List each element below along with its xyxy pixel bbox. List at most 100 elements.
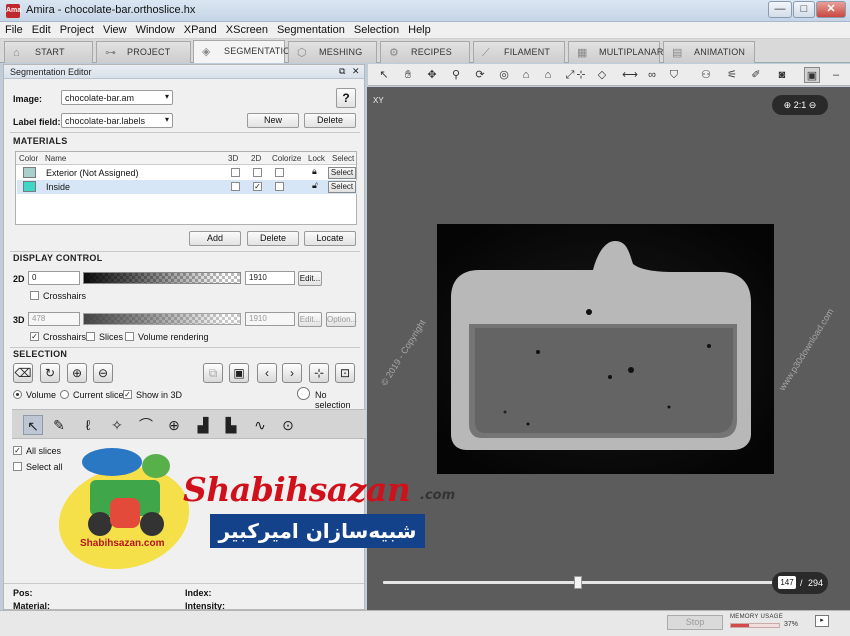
current-slice-input[interactable]: 147 (778, 576, 796, 589)
material-color-swatch[interactable] (23, 167, 36, 178)
zoom-tool-icon[interactable]: ⊙ (278, 415, 298, 435)
display-2d-colormap-range[interactable] (83, 272, 241, 284)
options-3d-button[interactable]: Option... (326, 312, 357, 327)
viewer-canvas[interactable]: XY ⊕ 2:1 ⊖ www.p30download.com © 2019 - … (367, 87, 850, 610)
pointer-icon[interactable]: ↖ (23, 415, 43, 435)
menu-window[interactable]: Window (131, 22, 179, 36)
slices-checkbox[interactable] (86, 332, 95, 341)
float-panel-icon[interactable]: ⧉ (339, 66, 345, 77)
shield-icon[interactable]: ⛉ (666, 67, 682, 83)
delete-labelfield-button[interactable]: Delete (304, 113, 356, 128)
tab-animation[interactable]: ▤ ANIMATION (663, 41, 755, 63)
material-3d-checkbox[interactable] (231, 168, 240, 177)
refresh-icon[interactable]: ↻ (40, 363, 60, 383)
menu-xscreen[interactable]: XScreen (221, 22, 272, 36)
material-3d-checkbox[interactable] (231, 182, 240, 191)
select-all-checkbox[interactable] (13, 462, 22, 471)
volume-radio[interactable] (13, 390, 22, 399)
menu-file[interactable]: File (0, 22, 27, 36)
maximize-button[interactable]: □ (793, 1, 815, 18)
all-slices-checkbox[interactable]: ✓ (13, 446, 22, 455)
tab-project[interactable]: ⊶ PROJECT (96, 41, 191, 63)
menu-xpand[interactable]: XPand (179, 22, 221, 36)
paste-icon[interactable]: ▣ (229, 363, 249, 383)
tab-start[interactable]: ⌂ START (4, 41, 93, 63)
delete-material-button[interactable]: Delete (247, 231, 299, 246)
blow-tool-icon[interactable]: ⊕ (164, 415, 184, 435)
threshold-icon[interactable]: ▟ (193, 415, 213, 435)
tab-multiplanar[interactable]: ▦ MULTIPLANAR (568, 41, 663, 63)
add-material-button[interactable]: Add (189, 231, 241, 246)
eraser-icon[interactable]: ⌫ (13, 363, 33, 383)
menu-segmentation[interactable]: Segmentation (272, 22, 349, 36)
probe-icon[interactable]: ⚟ (724, 67, 740, 83)
close-panel-icon[interactable]: ✕ (352, 66, 360, 77)
propagating-contour-icon[interactable]: ⌒ (136, 415, 156, 435)
table-row[interactable]: Exterior (Not Assigned) 🔒︎ Select (17, 166, 357, 180)
subtract-from-material-icon[interactable]: ⊖ (93, 363, 113, 383)
menu-selection[interactable]: Selection (349, 22, 403, 36)
crosshairs-2d-checkbox[interactable] (30, 291, 39, 300)
new-labelfield-button[interactable]: New (247, 113, 299, 128)
edit-colormap-3d-button[interactable]: Edit... (298, 312, 322, 327)
lasso-icon[interactable]: ℓ (78, 415, 98, 435)
menu-edit[interactable]: Edit (27, 22, 55, 36)
lock-icon[interactable]: 🔒︎ (312, 166, 317, 177)
seek-icon[interactable]: ◎ (496, 67, 512, 83)
locate-material-button[interactable]: Locate (304, 231, 356, 246)
close-window-button[interactable]: ✕ (816, 1, 846, 18)
display-2d-max-input[interactable]: 1910 (245, 271, 295, 285)
slice-slider-handle[interactable] (574, 576, 582, 589)
grow-selection-icon[interactable]: ⊹ (309, 363, 329, 383)
show-in-3d-checkbox[interactable]: ✓ (123, 390, 132, 399)
brush-icon[interactable]: ✎ (49, 415, 69, 435)
zoom-out-icon[interactable]: ⊖ (809, 100, 817, 110)
tab-segmentation[interactable]: ◈ SEGMENTATION (193, 40, 297, 63)
top-hat-icon[interactable]: ▙ (221, 415, 241, 435)
table-row[interactable]: Inside ✓ 🔓︎ Select (17, 180, 357, 194)
crosshairs-3d-checkbox[interactable]: ✓ (30, 332, 39, 341)
tab-meshing[interactable]: ⬡ MESHING (288, 41, 377, 63)
labelfield-select[interactable]: chocolate-bar.labels ▾ (61, 113, 173, 128)
rotate-icon[interactable]: ⟳ (472, 67, 488, 83)
tab-filament[interactable]: ⟋ FILAMENT (473, 41, 565, 63)
display-2d-min-input[interactable]: 0 (28, 271, 80, 285)
select-material-button[interactable]: Select (328, 181, 356, 193)
select-material-button[interactable]: Select (328, 167, 356, 179)
display-3d-colormap-range[interactable] (83, 313, 241, 325)
menu-help[interactable]: Help (403, 22, 435, 36)
more-icon[interactable]: – (828, 67, 844, 83)
pan-hand-icon[interactable]: ✋︎ (400, 67, 416, 83)
material-2d-checkbox[interactable] (253, 168, 262, 177)
pen-icon[interactable]: ✐ (748, 67, 764, 83)
stereo-view-icon[interactable]: ⚇ (698, 67, 714, 83)
chevron-left-icon[interactable]: ‹ (257, 363, 277, 383)
image-select[interactable]: chocolate-bar.am ▾ (61, 90, 173, 105)
material-colorize-checkbox[interactable] (275, 168, 284, 177)
tab-recipes[interactable]: ⚙ RECIPES (380, 41, 470, 63)
stereo-glasses-icon[interactable]: ∞ (644, 67, 660, 83)
chevron-right-icon[interactable]: › (282, 363, 302, 383)
magic-wand-icon[interactable]: ✧ (107, 415, 127, 435)
material-2d-checkbox[interactable]: ✓ (253, 182, 262, 191)
camera-icon[interactable]: ◙ (774, 67, 790, 83)
display-3d-max-input[interactable]: 1910 (245, 312, 295, 326)
set-home-icon[interactable]: ⌂ (540, 67, 556, 83)
edit-colormap-2d-button[interactable]: Edit... (298, 271, 322, 286)
layout-icon[interactable]: ▣ (804, 67, 820, 83)
unlock-icon[interactable]: 🔓︎ (312, 180, 318, 191)
menu-view[interactable]: View (98, 22, 131, 36)
watershed-icon[interactable]: ∿ (250, 415, 270, 435)
stop-button[interactable]: Stop (667, 615, 723, 630)
material-color-swatch[interactable] (23, 181, 36, 192)
shrink-selection-icon[interactable]: ⊡ (335, 363, 355, 383)
measure-icon[interactable]: ⟷ (622, 67, 638, 83)
current-slice-radio[interactable] (60, 390, 69, 399)
volume-rendering-checkbox[interactable] (125, 332, 134, 341)
add-to-material-icon[interactable]: ⊕ (67, 363, 87, 383)
move-icon[interactable]: ✥ (424, 67, 440, 83)
copy-icon[interactable]: ⧉ (203, 363, 223, 383)
select-arrow-icon[interactable]: ↖ (376, 67, 392, 83)
display-3d-min-input[interactable]: 478 (28, 312, 80, 326)
material-colorize-checkbox[interactable] (275, 182, 284, 191)
